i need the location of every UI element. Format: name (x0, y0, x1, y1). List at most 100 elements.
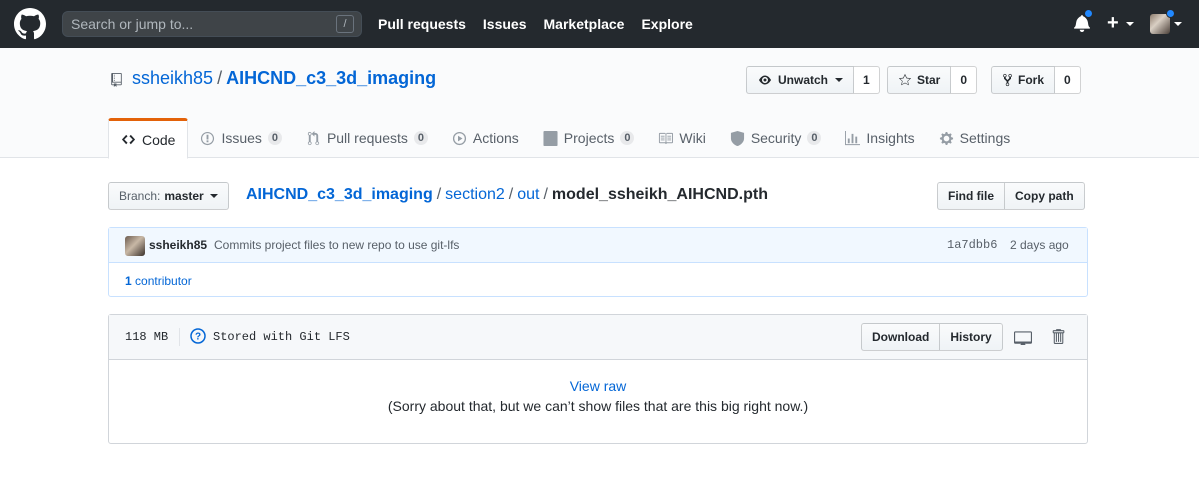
book-icon (659, 132, 674, 144)
code-icon (121, 134, 136, 145)
file-body: View raw (Sorry about that, but we can’t… (109, 360, 1087, 414)
graph-icon (845, 130, 861, 145)
lfs-status: Stored with Git LFS (213, 330, 350, 344)
breadcrumb-separator: / (543, 186, 548, 203)
view-raw-link[interactable]: View raw (109, 378, 1087, 394)
star-label: Star (917, 73, 941, 87)
repo-icon (111, 73, 122, 87)
fork-count[interactable]: 0 (1055, 66, 1081, 94)
repo-header: ssheikh85/AIHCND_c3_3d_imaging Unwatch 1… (0, 48, 1199, 159)
breadcrumb-separator: / (436, 186, 442, 203)
file-nav-buttons: Find file Copy path (937, 182, 1085, 210)
tab-actions-label: Actions (472, 130, 519, 146)
search-input[interactable]: Search or jump to... / (62, 11, 362, 37)
nav-explore[interactable]: Explore (641, 16, 692, 32)
commit-sha[interactable]: 1a7dbb6 (947, 238, 997, 252)
tab-wiki[interactable]: Wiki (646, 118, 717, 158)
repo-title: ssheikh85/AIHCND_c3_3d_imaging (132, 68, 436, 89)
tab-code[interactable]: Code (108, 118, 189, 159)
branch-value: master (164, 189, 204, 203)
fork-button[interactable]: Fork (991, 66, 1056, 94)
gear-icon (939, 131, 953, 145)
commit-author-avatar[interactable] (125, 236, 145, 256)
svg-text:?: ? (195, 332, 201, 343)
download-button[interactable]: Download (861, 323, 941, 351)
desktop-icon[interactable] (1014, 329, 1032, 345)
contributors-label: contributor (135, 274, 192, 288)
fork-group: Fork 0 (991, 66, 1081, 94)
copy-path-button[interactable]: Copy path (1005, 182, 1085, 210)
tab-security[interactable]: Security 0 (718, 118, 834, 158)
contributors-link[interactable]: 1 contributor (125, 274, 192, 288)
nav-issues[interactable]: Issues (483, 16, 527, 32)
search-placeholder: Search or jump to... (71, 16, 194, 32)
star-count[interactable]: 0 (951, 66, 978, 94)
commit-author[interactable]: ssheikh85 (149, 238, 207, 252)
breadcrumb-repo[interactable]: AIHCND_c3_3d_imaging (246, 186, 433, 203)
tab-wiki-label: Wiki (679, 130, 706, 146)
repo-tabs: Code Issues 0 Pull requests 0 Actions Pr… (108, 118, 1023, 159)
tab-projects-count: 0 (620, 131, 635, 145)
tab-security-count: 0 (807, 131, 822, 145)
tab-actions[interactable]: Actions (440, 118, 531, 158)
repo-owner-link[interactable]: ssheikh85 (132, 68, 213, 88)
chevron-down-icon (835, 78, 844, 82)
issue-icon (201, 131, 215, 145)
nav-marketplace[interactable]: Marketplace (544, 16, 625, 32)
file-header: 118 MB ? Stored with Git LFS Download Hi… (109, 315, 1087, 360)
nav-pull-requests[interactable]: Pull requests (378, 16, 466, 32)
play-icon (452, 131, 466, 145)
shield-icon (730, 130, 744, 146)
top-nav: Pull requests Issues Marketplace Explore (378, 0, 710, 48)
watch-group: Unwatch 1 (746, 66, 880, 94)
file-info-divider (179, 328, 180, 346)
create-new-button[interactable]: + (1107, 13, 1119, 33)
commit-header: ssheikh85 Commits project files to new r… (109, 228, 1087, 263)
tab-projects-label: Projects (563, 130, 615, 146)
tab-issues[interactable]: Issues 0 (188, 118, 293, 158)
star-button[interactable]: Star (887, 66, 952, 94)
branch-label: Branch: (119, 189, 161, 203)
repo-name-link[interactable]: AIHCND_c3_3d_imaging (226, 68, 436, 88)
breadcrumb-dir-section2[interactable]: section2 (445, 186, 505, 203)
tab-insights[interactable]: Insights (833, 118, 926, 158)
contributors-count: 1 (125, 274, 132, 288)
tab-issues-label: Issues (221, 130, 262, 146)
tab-projects[interactable]: Projects 0 (531, 118, 647, 158)
latest-commit-box: ssheikh85 Commits project files to new r… (108, 227, 1088, 297)
global-header: Search or jump to... / Pull requests Iss… (0, 0, 1199, 48)
commit-message[interactable]: Commits project files to new repo to use… (214, 238, 459, 252)
fork-icon (1003, 73, 1012, 87)
project-icon (543, 130, 558, 146)
tab-pull-requests[interactable]: Pull requests 0 (294, 118, 440, 158)
branch-selector[interactable]: Branch: master (108, 182, 229, 210)
tab-issues-count: 0 (267, 131, 282, 145)
eye-icon (759, 75, 771, 85)
github-logo-icon[interactable] (14, 8, 46, 40)
unwatch-button[interactable]: Unwatch (746, 66, 855, 94)
repo-title-separator: / (217, 68, 223, 88)
commit-age: 2 days ago (1010, 238, 1069, 252)
avatar-caret-icon (1174, 22, 1182, 26)
find-file-button[interactable]: Find file (937, 182, 1005, 210)
question-icon[interactable]: ? (190, 328, 206, 344)
trash-icon[interactable] (1051, 328, 1065, 345)
breadcrumb-separator: / (508, 186, 514, 203)
watch-count[interactable]: 1 (854, 66, 880, 94)
fork-label: Fork (1018, 73, 1045, 87)
tab-settings[interactable]: Settings (927, 118, 1023, 158)
tab-insights-label: Insights (866, 130, 915, 146)
breadcrumb-dir-out[interactable]: out (517, 186, 539, 203)
tab-security-label: Security (750, 130, 802, 146)
breadcrumb: AIHCND_c3_3d_imaging / section2/out / model_… (246, 186, 768, 204)
tab-code-label: Code (142, 131, 176, 148)
breadcrumb-file: model_ssheikh_AIHCND.pth (551, 186, 768, 203)
tab-pull-requests-count: 0 (413, 131, 428, 145)
history-button[interactable]: History (940, 323, 1003, 351)
star-group: Star 0 (887, 66, 978, 94)
create-caret-icon (1126, 22, 1134, 26)
pull-request-icon (307, 130, 320, 145)
star-icon (898, 73, 912, 86)
file-size: 118 MB (125, 330, 169, 344)
file-too-big-message: (Sorry about that, but we can’t show fil… (387, 398, 809, 414)
